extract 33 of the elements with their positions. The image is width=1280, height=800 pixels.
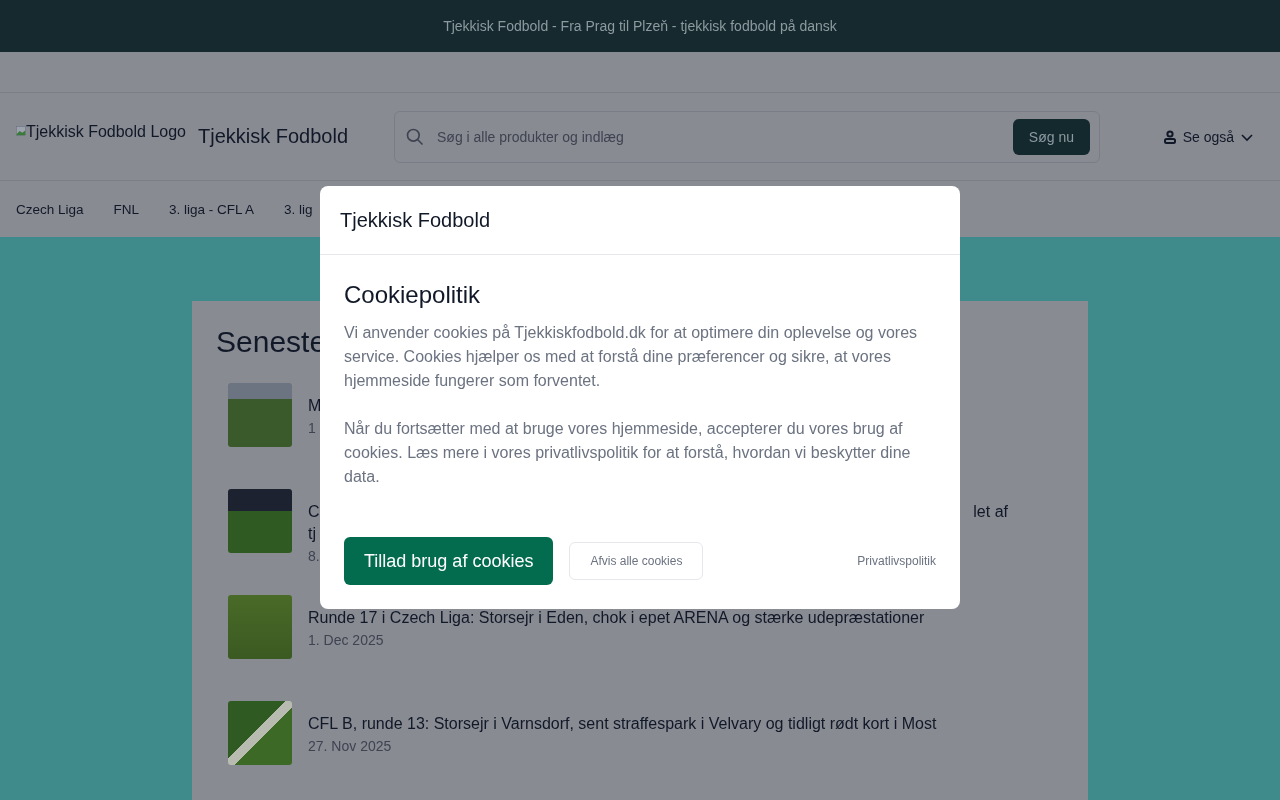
see-also-menu[interactable]: Se også [1162,128,1264,145]
article-title[interactable]: tj [308,523,316,545]
section-title: Seneste [216,325,327,359]
dialog-paragraph: Når du fortsætter med at bruge vores hjemmeside, accepterer du vores brug af cookies. Læs mere i vores privatlivspolitik for at forstå, hvordan vi beskytter dine data. [344,419,912,487]
accept-cookies-button[interactable]: Tillad brug af cookies [344,537,554,585]
privacy-policy-link[interactable]: Privatlivspolitik [857,554,936,568]
dialog-heading: Cookiepolitik [344,281,482,309]
article-title[interactable]: let af [973,501,1008,523]
banner-text: Tjekkisk Fodbold - Fra Prag til Plzeň - tjekkisk fodbold på dansk [443,18,837,34]
photo-placeholder [228,595,292,659]
dialog-paragraph: Vi anvender cookies på Tjekkiskfodbold.dk for at optimere din oplevelse og vores service. Cookies hjælper os med at forstå dine præferencer og sikre, at vores hjemmeside fungerer som forventet. [344,323,919,391]
nav-link[interactable]: 3. lig [284,201,313,217]
photo-placeholder [228,489,292,553]
article-title[interactable]: CFL B, runde 13: Storsejr i Varnsdorf, sent straffespark i Velvary og tidligt rødt kort i Most [308,713,937,735]
dialog-title: Tjekkisk Fodbold [340,208,491,232]
search-button[interactable]: Søg nu [1012,118,1090,155]
user-icon [1162,129,1177,144]
nav-link[interactable]: Czech Liga [16,201,84,217]
article-date: 1. Dec 2025 [308,631,384,650]
photo-placeholder [228,383,292,447]
article-date: 27. Nov 2025 [308,737,392,756]
site-title[interactable]: Tjekkisk Fodbold [198,125,394,148]
search-icon [405,126,425,147]
article-date: 8. [308,547,320,566]
article-title[interactable]: C [308,501,320,523]
photo-placeholder [228,701,292,765]
logo-alt-text[interactable]: Tjekkisk Fodbold Logo [25,122,186,141]
article-title[interactable]: M [308,395,322,417]
nav-link[interactable]: 3. liga - CFL A [169,201,255,217]
nav-link[interactable]: FNL [113,201,140,217]
article-title[interactable]: Runde 17 i Czech Liga: Storsejr i Eden, chok i epet ARENA og stærke udepræstationer [308,607,925,629]
reject-cookies-button[interactable]: Afvis alle cookies [569,542,704,580]
article-date: 1 [308,419,316,438]
